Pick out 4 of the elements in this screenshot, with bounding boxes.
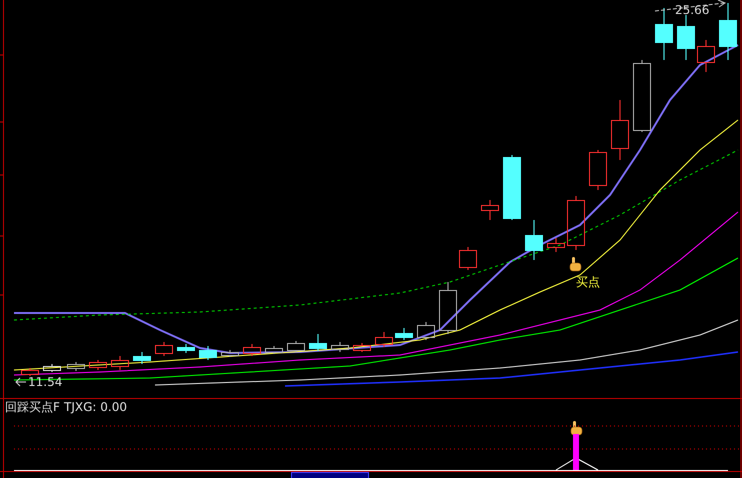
indicator-reading: TJXG: 0.00 (64, 401, 127, 413)
indicator-name: 回踩买点F (5, 401, 60, 413)
buy-point-label: 买点 (576, 276, 600, 288)
high-price-label: 25.66 (675, 4, 710, 16)
